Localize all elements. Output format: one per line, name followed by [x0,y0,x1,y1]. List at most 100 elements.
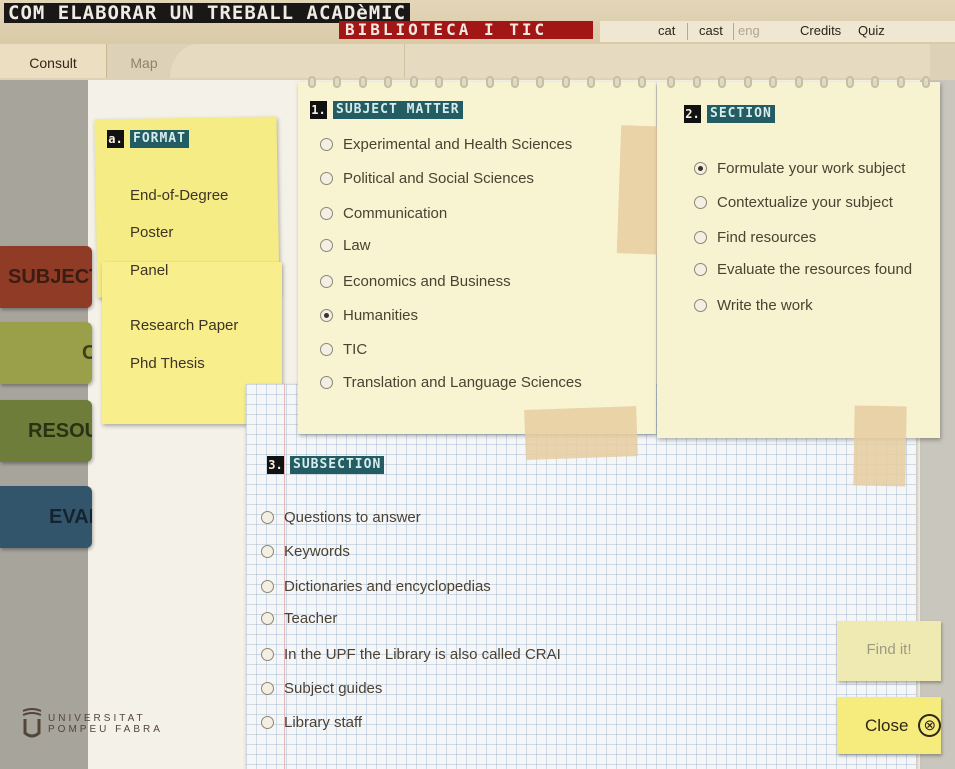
section-option[interactable]: Write the work [694,297,813,314]
tape-strip [524,406,638,460]
upf-logo-icon [22,708,42,738]
section-option-label: Write the work [717,297,813,314]
radio-button[interactable] [320,207,333,220]
top-nav: cat cast eng Credits Quiz [600,21,955,42]
section-number: 2. [684,105,701,123]
format-item[interactable]: Poster [130,224,173,241]
subsection-option[interactable]: Subject guides [261,680,382,697]
subsection-title: SUBSECTION [290,456,385,474]
subsection-option[interactable]: Keywords [261,543,350,560]
format-heading: a. FORMAT [107,130,189,148]
subject-option[interactable]: Experimental and Health Sciences [320,136,572,153]
subject-option-label: Economics and Business [343,273,511,290]
subject-option[interactable]: Humanities [320,307,418,324]
subject-option-label: Political and Social Sciences [343,170,534,187]
lang-cat-link[interactable]: cat [658,23,675,38]
logo-line2: POMPEU FABRA [48,724,163,735]
subsection-option[interactable]: Teacher [261,610,337,627]
side-tag-subject[interactable]: SUBJECT [0,246,92,308]
section-heading: 2. SECTION [684,105,775,123]
radio-button[interactable] [261,682,274,695]
app-subtitle: BIBLIOTECA I TIC [339,21,593,39]
subject-title: SUBJECT MATTER [333,101,463,119]
close-icon: ⊗ [918,714,941,737]
logo-line1: UNIVERSITAT [48,713,146,724]
subsection-option-label: Questions to answer [284,509,421,526]
tab-consult[interactable]: Consult [0,44,107,78]
subject-option-label: Humanities [343,307,419,324]
subsection-option-label: Library staff [284,714,363,731]
radio-button[interactable] [320,138,333,151]
lang-cast-link[interactable]: cast [699,23,723,38]
format-item[interactable]: Panel [130,262,168,279]
radio-button[interactable] [320,309,333,322]
subject-option[interactable]: Translation and Language Sciences [320,374,582,391]
app-header: COM ELABORAR UN TREBALL ACADèMIC BIBLIOT… [0,0,955,48]
subsection-option-label: Dictionaries and encyclopedias [284,578,491,595]
format-item[interactable]: Phd Thesis [130,355,205,372]
subject-option[interactable]: Law [320,237,371,254]
upf-logo: UNIVERSITAT POMPEU FABRA [20,707,163,741]
radio-button[interactable] [320,239,333,252]
format-item[interactable]: Research Paper [130,317,238,334]
subsection-option-label: Keywords [284,543,350,560]
subsection-option-label: Subject guides [284,680,383,697]
subject-option[interactable]: Economics and Business [320,273,511,290]
radio-button[interactable] [694,196,707,209]
subsection-option[interactable]: Questions to answer [261,509,421,526]
tape-strip [853,405,907,487]
section-option-label: Find resources [717,229,817,246]
radio-button[interactable] [694,299,707,312]
radio-button[interactable] [320,275,333,288]
subsection-option-label: In the UPF the Library is also called CR… [284,646,561,663]
section-option[interactable]: Contextualize your subject [694,194,893,211]
side-tag-context[interactable]: C [0,322,92,384]
side-tag-evaluate[interactable]: EVAL [0,486,92,548]
subject-option[interactable]: Political and Social Sciences [320,170,534,187]
section-option-label: Evaluate the resources found [717,261,913,278]
tab-map[interactable]: Map [107,44,181,78]
radio-button[interactable] [261,716,274,729]
format-number: a. [107,130,124,148]
format-item[interactable]: End-of-Degree [130,187,228,204]
subsection-option[interactable]: In the UPF the Library is also called CR… [261,646,561,663]
subject-heading: 1. SUBJECT MATTER [310,101,463,119]
section-title: SECTION [707,105,775,123]
subsection-option[interactable]: Dictionaries and encyclopedias [261,578,491,595]
radio-button[interactable] [261,612,274,625]
format-title: FORMAT [130,130,189,148]
subject-option-label: TIC [343,341,368,358]
find-it-button[interactable]: Find it! [837,621,941,681]
tab-bar: Consult Map [0,44,955,80]
section-option[interactable]: Formulate your work subject [694,160,905,177]
radio-button[interactable] [261,511,274,524]
radio-button[interactable] [694,162,707,175]
section-option[interactable]: Find resources [694,229,816,246]
quiz-link[interactable]: Quiz [858,23,885,38]
radio-button[interactable] [320,172,333,185]
close-button[interactable]: Close ⊗ [837,697,941,754]
subject-option-label: Law [343,237,371,254]
section-option-label: Formulate your work subject [717,160,906,177]
subject-number: 1. [310,101,327,119]
radio-button[interactable] [261,545,274,558]
subject-option-label: Communication [343,205,448,222]
radio-button[interactable] [320,376,333,389]
section-option-label: Contextualize your subject [717,194,893,211]
side-tag-resources[interactable]: RESOU [0,400,92,462]
radio-button[interactable] [261,648,274,661]
radio-button[interactable] [694,263,707,276]
subsection-heading: 3. SUBSECTION [267,456,385,474]
section-card [657,76,940,438]
subject-option[interactable]: Communication [320,205,447,222]
section-option[interactable]: Evaluate the resources found [694,261,912,278]
subsection-option-label: Teacher [284,610,338,627]
subsection-option[interactable]: Library staff [261,714,362,731]
subsection-number: 3. [267,456,284,474]
radio-button[interactable] [320,343,333,356]
subject-option[interactable]: TIC [320,341,367,358]
radio-button[interactable] [694,231,707,244]
credits-link[interactable]: Credits [800,23,841,38]
close-button-label: Close [865,715,909,735]
radio-button[interactable] [261,580,274,593]
